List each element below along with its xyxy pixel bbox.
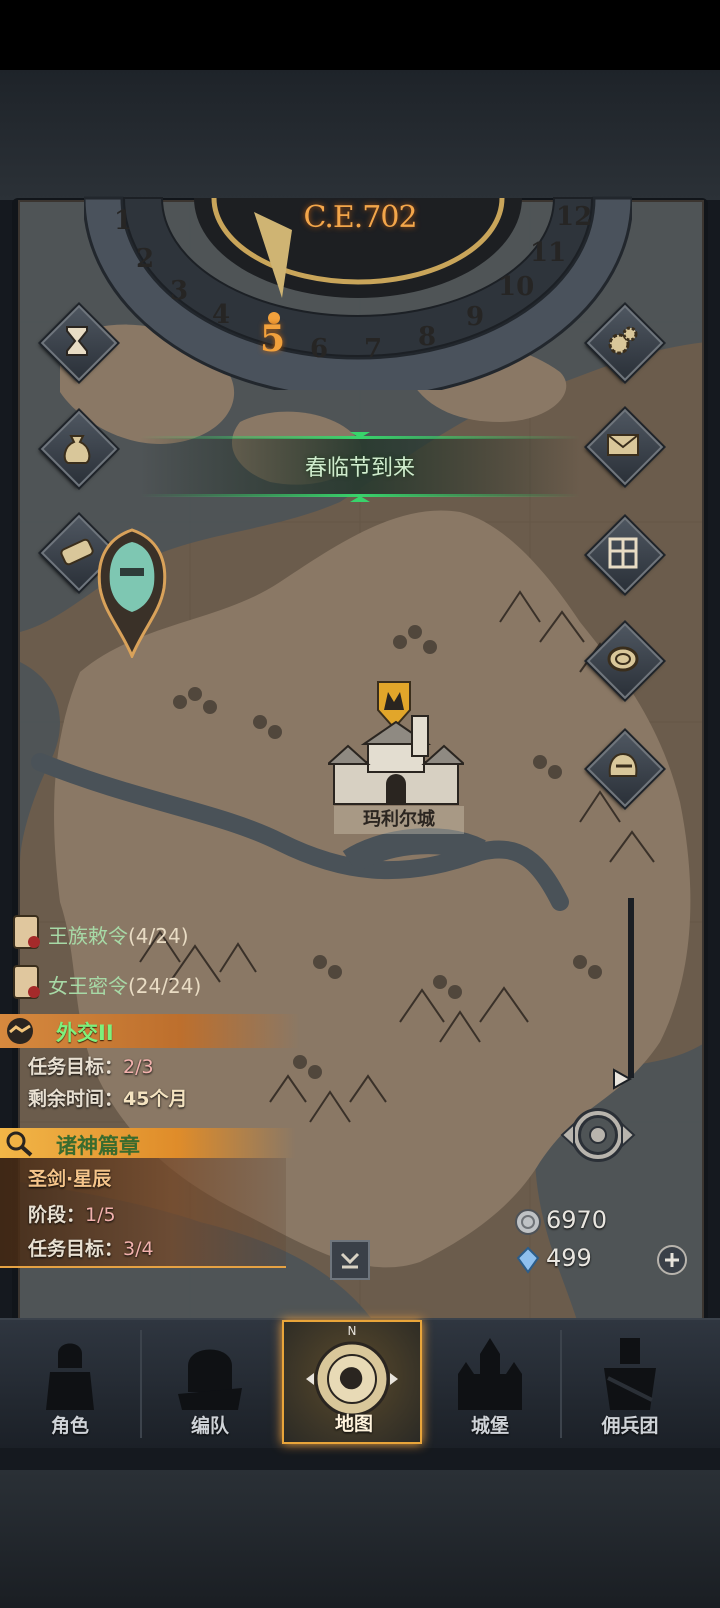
formation-helmet-icon [178,1349,242,1410]
crystal-amount: 499 [546,1244,592,1272]
quest-queen-order[interactable]: 女王密令(24/24) [48,970,201,999]
bottom-navigation: 角色 编队 N 地图 城堡 佣兵团 [0,1318,720,1448]
zoom-slider-track[interactable] [628,898,634,1078]
castle-icon[interactable] [328,712,464,808]
gods-chapter-stage: 阶段：1/5 [28,1200,116,1227]
helmet-icon [608,752,638,777]
bottom-backdrop [0,1470,720,1608]
diplomacy-target-label: 任务目标： [28,1056,124,1078]
nav-tab-label: 城堡 [470,1415,509,1437]
nav-tab-character[interactable]: 角色 [0,1320,140,1444]
year-label: C.E.702 [303,200,417,235]
month-10[interactable]: 10 [498,272,534,302]
mail-icon [607,434,639,456]
silver-coin-icon [515,1209,541,1235]
knight-button[interactable] [586,730,664,808]
status-bar-area [0,0,720,70]
nav-tab-castle[interactable]: 城堡 [420,1320,560,1444]
month-3[interactable]: 3 [170,276,188,306]
grid-button[interactable] [586,516,664,594]
nav-tab-mercenary[interactable]: 佣兵团 [560,1320,700,1444]
quest-progress: (24/24) [128,974,202,998]
month-12[interactable]: 12 [556,202,592,232]
hero-marker[interactable] [96,528,168,658]
royal-decree-scroll-icon [13,915,40,949]
crystal-icon [516,1246,540,1274]
quest-title: 王族敕令 [48,924,128,948]
gods-chapter-subtitle: 圣剑·星辰 [28,1168,112,1190]
nav-tab-label: 角色 [50,1415,89,1437]
month-11[interactable]: 11 [530,238,566,268]
diplomacy-target: 任务目标：2/3 [28,1052,154,1079]
silver-amount: 6970 [546,1206,608,1234]
nav-tab-label: 佣兵团 [601,1415,659,1437]
month-6[interactable]: 6 [310,334,328,364]
money-bag-icon [63,435,91,464]
event-banner-text: 春临节到来 [304,456,415,481]
hourglass-icon [66,326,88,356]
month-4[interactable]: 4 [212,300,230,330]
quest-title: 女王密令 [48,974,128,998]
calendar-dial[interactable] [84,150,632,390]
diplomacy-time-value: 45个月 [123,1088,188,1110]
month-9[interactable]: 9 [466,302,484,332]
diplomacy-time-label: 剩余时间： [28,1088,124,1110]
gods-target-label: 任务目标： [28,1238,124,1260]
gear-icon [608,326,638,355]
add-currency-button[interactable] [656,1244,688,1276]
gods-chapter-header[interactable]: 诸神篇章 [0,1128,296,1158]
gods-chapter-title: 诸神篇章 [56,1134,140,1158]
handshake-icon [7,1018,33,1044]
locate-button[interactable] [542,1100,654,1170]
month-5-current[interactable]: 5 [260,318,285,360]
nav-tab-map[interactable]: N 地图 [282,1320,422,1444]
city-name-label[interactable]: 玛利尔城 [334,806,464,834]
month-8[interactable]: 8 [418,322,436,352]
mail-button[interactable] [586,408,664,486]
nav-tab-formation[interactable]: 编队 [140,1320,280,1444]
month-7[interactable]: 7 [364,334,382,364]
diplomacy-quest-header[interactable]: 外交II [0,1014,300,1048]
nav-tab-label: 地图 [334,1413,373,1435]
mercenary-banner-icon [604,1338,656,1410]
coin-button[interactable] [586,622,664,700]
coin-icon [607,646,639,672]
castle-nav-icon [458,1338,522,1410]
money-bag-button[interactable] [40,410,118,488]
hourglass-button[interactable] [40,304,118,382]
quest-progress: (4/24) [128,924,189,948]
gods-chapter-target: 任务目标：3/4 [28,1234,154,1261]
month-1[interactable]: 1 [114,206,132,236]
diplomacy-title: 外交II [56,1021,114,1045]
stage-label: 阶段： [28,1204,86,1226]
gods-target-value: 3/4 [123,1238,154,1260]
zoom-slider-handle[interactable] [610,1068,634,1090]
chevron-down-icon [340,1252,360,1269]
month-2[interactable]: 2 [136,244,154,274]
knight-icon [46,1343,94,1410]
stage-value: 1/5 [85,1204,116,1226]
nav-tab-label: 编队 [190,1415,229,1437]
diplomacy-target-value: 2/3 [123,1056,154,1078]
quest-royal-decree[interactable]: 王族敕令(4/24) [48,920,189,949]
settings-button[interactable] [586,304,664,382]
event-banner[interactable]: 春临节到来 [140,430,580,504]
grid-icon [608,537,638,569]
magnifier-icon [6,1131,33,1157]
diplomacy-time: 剩余时间：45个月 [28,1084,187,1111]
collapse-panel-button[interactable] [330,1240,370,1280]
queen-order-scroll-icon [13,965,40,999]
